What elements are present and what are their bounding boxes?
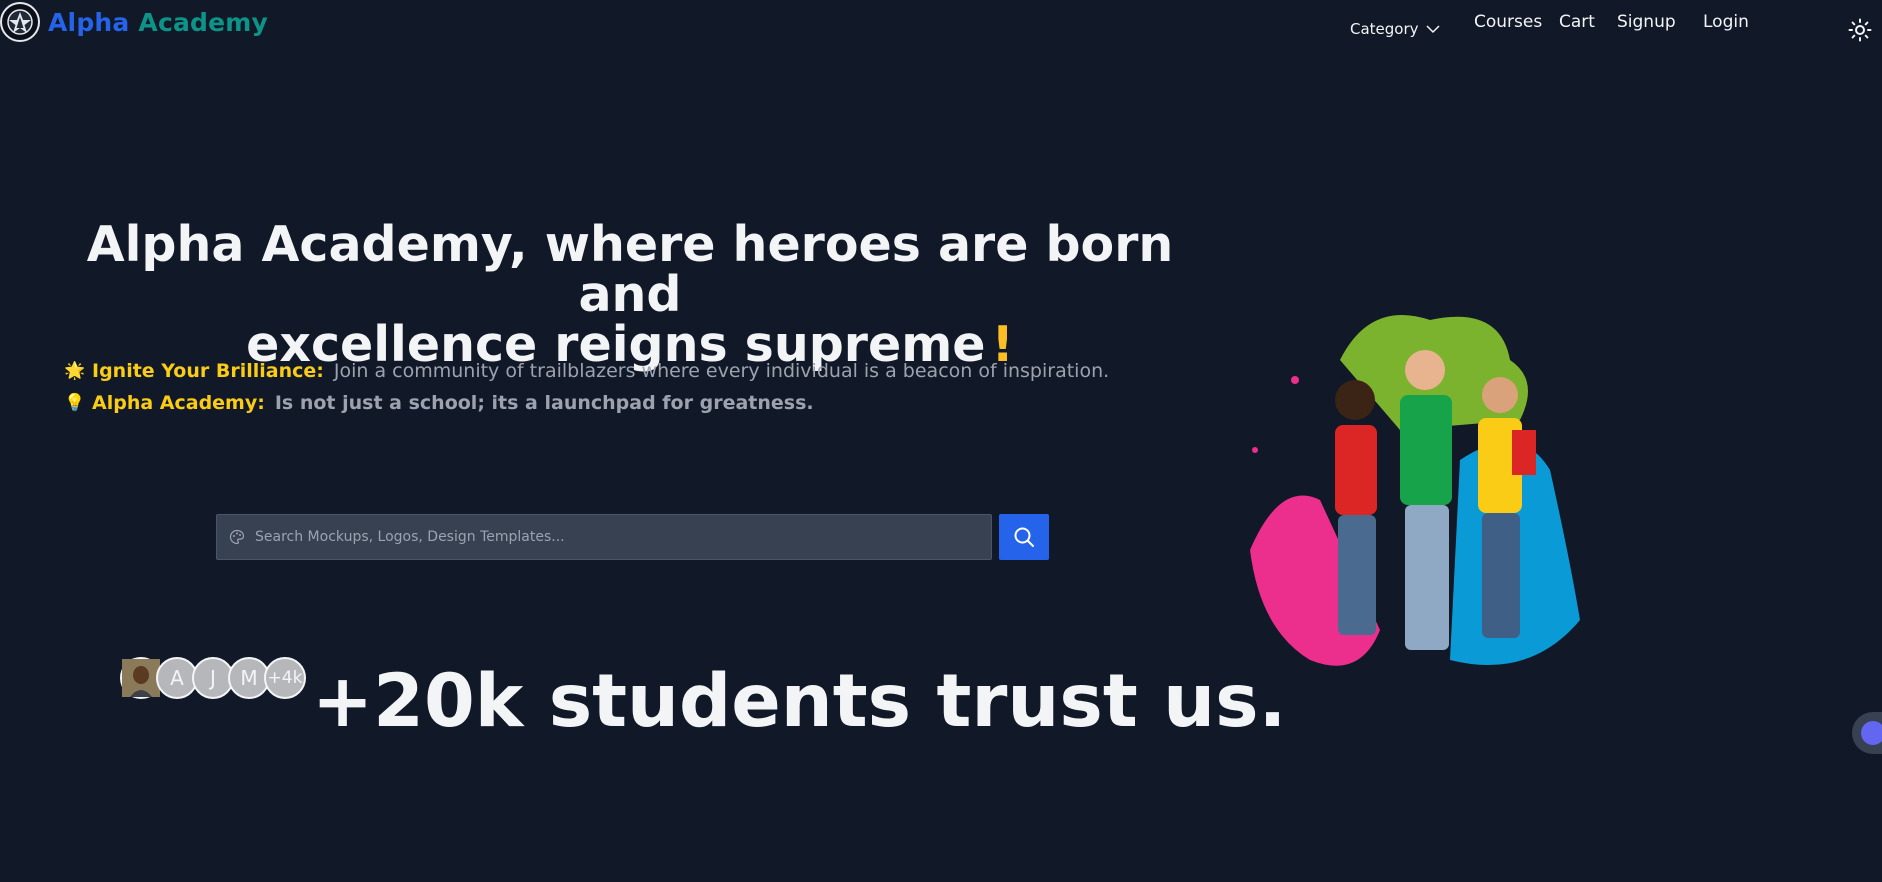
tagline-academy-text: Is not just a school; its a launchpad fo… [274, 392, 814, 414]
theme-toggle-button[interactable] [1848, 18, 1872, 42]
avatar-photo [122, 659, 160, 697]
avatar-more-count: +4k [264, 657, 306, 699]
chat-widget-button[interactable] [1852, 712, 1882, 754]
tagline-academy: 💡 Alpha Academy: Is not just a school; i… [64, 392, 814, 414]
palette-icon [229, 529, 245, 545]
sun-icon [1848, 18, 1872, 42]
trust-headline: +20k students trust us. [312, 659, 1287, 744]
nav-login-link[interactable]: Login [1703, 12, 1749, 32]
tagline-brilliance-label: Ignite Your Brilliance: [92, 360, 324, 382]
search-box [216, 514, 992, 560]
search-button[interactable] [999, 514, 1049, 560]
tagline-brilliance-text: Join a community of trailblazers where e… [333, 360, 1110, 382]
lightbulb-icon: 💡 [64, 393, 86, 413]
nav-links: Category Courses Cart Signup Login [0, 12, 1882, 42]
search-icon [1014, 527, 1034, 547]
tagline-academy-label: Alpha Academy: [92, 392, 265, 414]
chat-icon [1861, 721, 1882, 745]
hero-title: Alpha Academy, where heroes are born and… [60, 220, 1200, 370]
nav-cart-link[interactable]: Cart [1559, 12, 1595, 32]
student-avatars: A J M +4k [120, 657, 306, 699]
nav-category-dropdown[interactable]: Category [1350, 20, 1441, 38]
nav-signup-link[interactable]: Signup [1617, 12, 1676, 32]
navbar: Alpha Academy Category Courses Cart Sign… [0, 0, 1882, 48]
nav-courses-link[interactable]: Courses [1474, 12, 1542, 32]
nav-category-label: Category [1350, 20, 1419, 38]
tagline-brilliance: 🌟 Ignite Your Brilliance: Join a communi… [64, 360, 1109, 382]
star-icon: 🌟 [64, 361, 86, 381]
chevron-down-icon [1426, 25, 1440, 34]
search-input[interactable] [255, 529, 975, 545]
hero-title-line1: Alpha Academy, where heroes are born and [86, 216, 1174, 323]
hero-students-illustration [1250, 300, 1590, 680]
